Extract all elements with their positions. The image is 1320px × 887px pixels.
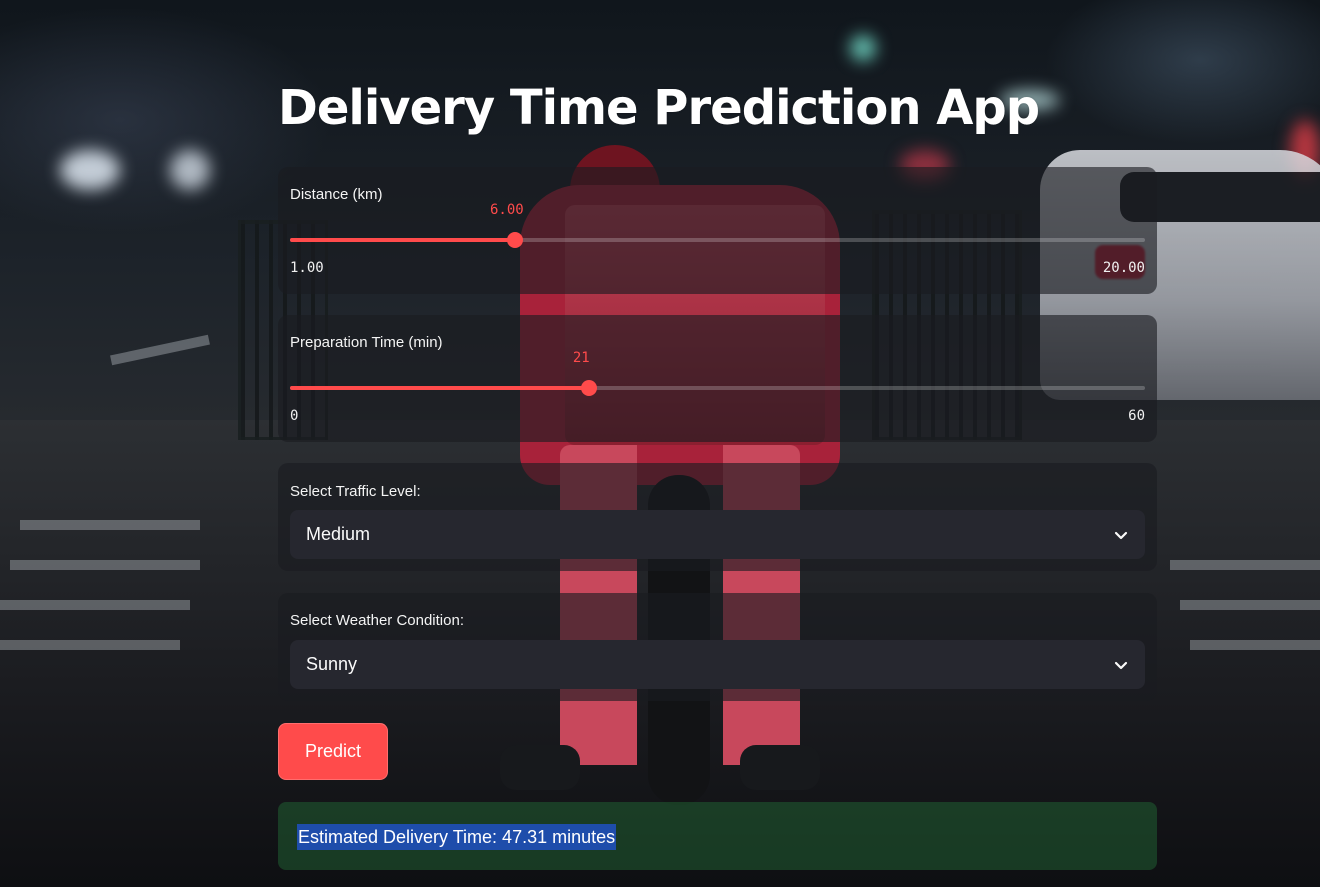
weather-select-card: Select Weather Condition: Sunny [278, 593, 1157, 701]
distance-slider-thumb[interactable]: 6.00 [490, 202, 524, 248]
prep-time-label: Preparation Time (min) [290, 334, 443, 351]
distance-label: Distance (km) [290, 186, 383, 203]
prep-time-slider-thumb[interactable]: 21 [573, 350, 598, 396]
traffic-selected-value: Medium [306, 524, 371, 544]
prep-time-value: 21 [572, 350, 590, 366]
weather-selected-value: Sunny [306, 654, 358, 674]
distance-min: 1.00 [290, 260, 324, 276]
traffic-label: Select Traffic Level: [290, 483, 421, 500]
prep-time-slider-fill [290, 386, 590, 390]
traffic-select-card: Select Traffic Level: Medium [278, 463, 1157, 571]
traffic-select[interactable]: Medium [290, 510, 1145, 559]
prep-time-slider-card: Preparation Time (min) 21 0 60 [278, 315, 1157, 442]
distance-slider-fill [290, 238, 515, 242]
distance-max: 20.00 [1102, 260, 1145, 276]
chevron-down-icon [1114, 531, 1128, 540]
weather-label: Select Weather Condition: [290, 612, 464, 629]
prediction-result-box: Estimated Delivery Time: 47.31 minutes [278, 802, 1157, 870]
predict-button[interactable]: Predict [278, 723, 388, 780]
distance-value: 6.00 [490, 202, 524, 218]
prep-time-min: 0 [290, 408, 299, 424]
prediction-result-text: Estimated Delivery Time: 47.31 minutes [297, 824, 617, 850]
prep-time-max: 60 [1128, 408, 1145, 424]
prep-time-slider-track[interactable]: 21 [290, 350, 1145, 396]
distance-slider-card: Distance (km) 6.00 1.00 20.00 [278, 167, 1157, 294]
distance-slider-track[interactable]: 6.00 [290, 202, 1145, 248]
chevron-down-icon [1114, 661, 1128, 670]
page-title: Delivery Time Prediction App [278, 80, 1040, 136]
weather-select[interactable]: Sunny [290, 640, 1145, 689]
